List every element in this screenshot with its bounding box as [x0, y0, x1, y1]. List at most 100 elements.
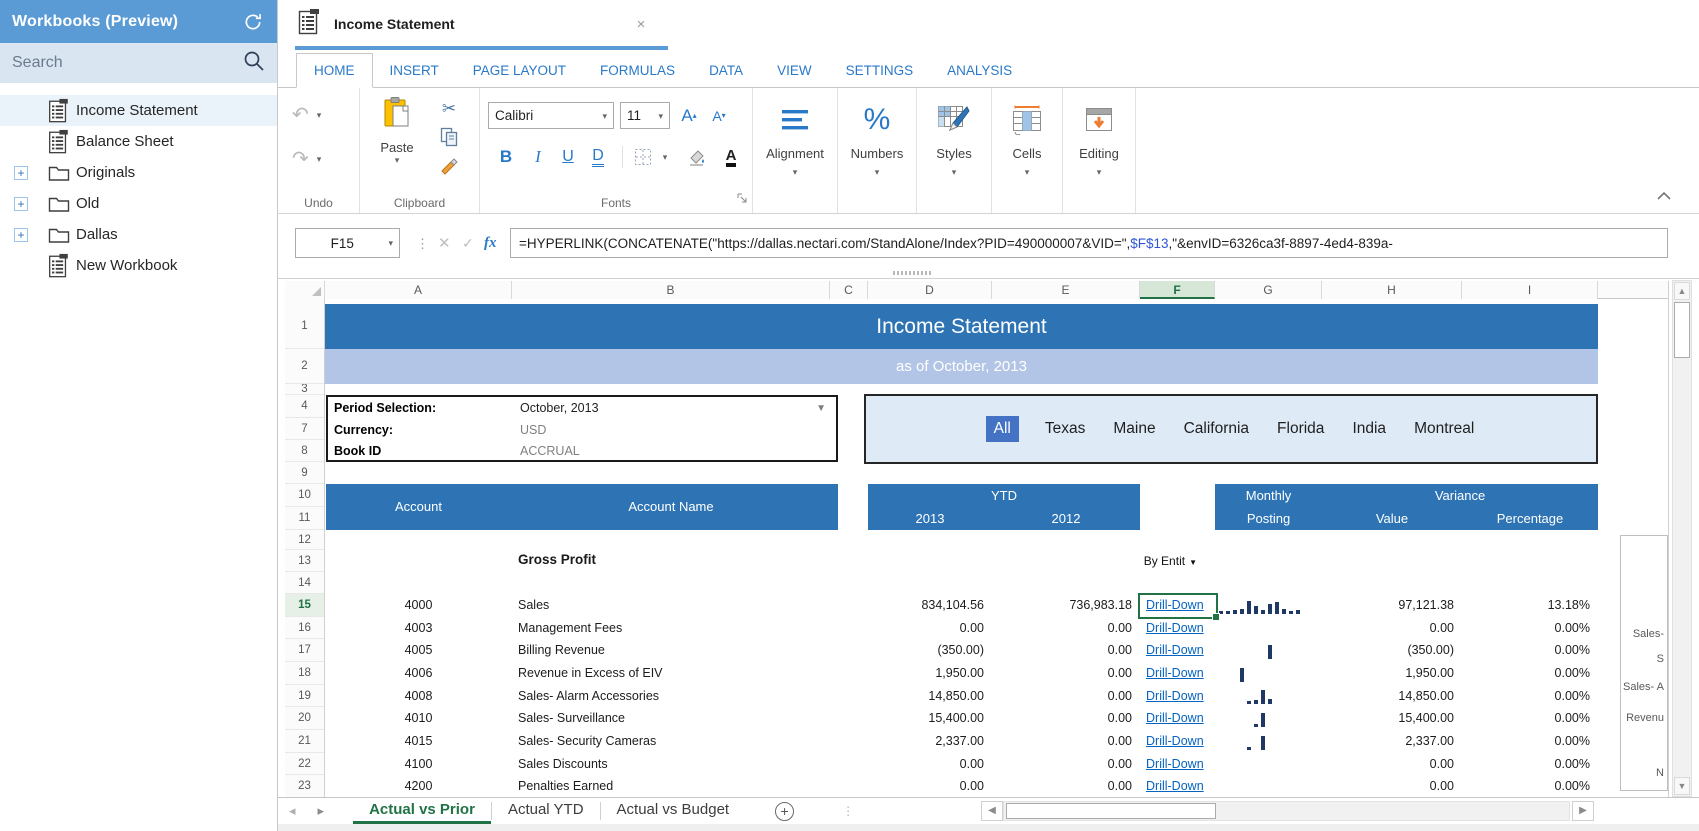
row-header-9[interactable]: 9	[285, 462, 324, 484]
column-header-h[interactable]: H	[1322, 281, 1462, 299]
expand-icon[interactable]: +	[14, 228, 28, 242]
filter-all[interactable]: All	[986, 416, 1019, 442]
filter-india[interactable]: India	[1350, 416, 1388, 442]
borders-dropdown[interactable]: ▾	[658, 144, 672, 170]
row-header-4[interactable]: 4	[285, 395, 324, 418]
splitter-handle[interactable]	[893, 271, 933, 275]
formula-bar-menu-icon[interactable]: ⋮	[416, 228, 429, 258]
name-box[interactable]: F15 ▾	[295, 228, 400, 258]
bold-button[interactable]: B	[494, 144, 518, 170]
row-header-23[interactable]: 23	[285, 775, 324, 797]
double-underline-button[interactable]: D	[586, 144, 610, 170]
row-header-12[interactable]: 12	[285, 530, 324, 550]
drill-down-link[interactable]: Drill-Down	[1146, 734, 1204, 748]
underline-button[interactable]: U	[556, 144, 580, 170]
styles-button[interactable]: Styles ▾	[917, 96, 991, 213]
add-sheet-icon[interactable]: +	[775, 802, 794, 821]
chevron-down-icon[interactable]: ▾	[395, 155, 400, 165]
search-input[interactable]: Search	[0, 43, 277, 83]
select-all-corner[interactable]	[285, 281, 325, 299]
expand-icon[interactable]: +	[14, 197, 28, 211]
row-header-2[interactable]: 2	[285, 349, 324, 384]
close-tab-icon[interactable]: ×	[637, 16, 646, 33]
filter-texas[interactable]: Texas	[1043, 416, 1088, 442]
scroll-left-icon[interactable]: ◀	[981, 801, 1003, 821]
filter-montreal[interactable]: Montreal	[1412, 416, 1476, 442]
sheet-nav-right-icon[interactable]: ▸	[307, 803, 336, 819]
row-header-22[interactable]: 22	[285, 753, 324, 775]
row-header-3[interactable]: 3	[285, 384, 324, 395]
copy-button[interactable]	[434, 126, 464, 152]
row-header-15[interactable]: 15	[285, 594, 324, 617]
confirm-entry-icon[interactable]: ✓	[462, 228, 474, 258]
sheet-tab-actual-ytd[interactable]: Actual YTD	[492, 798, 600, 824]
column-header-d[interactable]: D	[868, 281, 992, 299]
ribbon-tab-page-layout[interactable]: PAGE LAYOUT	[456, 54, 583, 87]
alignment-button[interactable]: Alignment ▾	[753, 96, 837, 213]
filter-maine[interactable]: Maine	[1111, 416, 1157, 442]
row-header-19[interactable]: 19	[285, 685, 324, 707]
row-header-14[interactable]: 14	[285, 572, 324, 594]
cancel-entry-icon[interactable]: ✕	[438, 228, 451, 258]
cells-button[interactable]: Cells ▾	[992, 96, 1062, 213]
fill-color-button[interactable]	[684, 144, 710, 170]
sheet-tab-actual-vs-budget[interactable]: Actual vs Budget	[601, 798, 746, 824]
ribbon-tab-analysis[interactable]: ANALYSIS	[930, 54, 1029, 87]
sidebar-item-balance-sheet[interactable]: Balance Sheet	[0, 126, 277, 157]
row-header-7[interactable]: 7	[285, 418, 324, 440]
column-header-c[interactable]: C	[830, 281, 868, 299]
formula-input[interactable]: =HYPERLINK(CONCATENATE("https://dallas.n…	[510, 228, 1668, 258]
collapse-ribbon-icon[interactable]	[1657, 187, 1671, 205]
chevron-down-icon[interactable]: ▾	[317, 110, 322, 120]
numbers-button[interactable]: % Numbers ▾	[838, 96, 916, 213]
filter-california[interactable]: California	[1182, 416, 1251, 442]
vertical-scroll-thumb[interactable]	[1674, 302, 1690, 358]
sheet-menu-icon[interactable]: ⋮	[842, 809, 854, 813]
drill-down-link[interactable]: Drill-Down	[1146, 711, 1204, 725]
font-color-button[interactable]: A	[718, 144, 744, 170]
column-header-f[interactable]: F	[1140, 281, 1215, 299]
sidebar-item-originals[interactable]: +Originals	[0, 157, 277, 188]
period-dropdown-icon[interactable]: ▼	[816, 403, 826, 414]
undo-button[interactable]: ↶▾	[292, 102, 321, 127]
drill-down-link[interactable]: Drill-Down	[1146, 643, 1204, 657]
column-header-b[interactable]: B	[512, 281, 830, 299]
drill-down-link[interactable]: Drill-Down	[1146, 666, 1204, 680]
sidebar-item-income-statement[interactable]: Income Statement	[0, 95, 277, 126]
sheet-nav-left-icon[interactable]: ◂	[278, 803, 307, 819]
column-header-i[interactable]: I	[1462, 281, 1598, 299]
borders-button[interactable]	[630, 144, 656, 170]
drill-down-link[interactable]: Drill-Down	[1146, 689, 1204, 703]
refresh-icon[interactable]	[241, 10, 265, 34]
editing-button[interactable]: Editing ▾	[1063, 96, 1135, 213]
redo-button[interactable]: ↷▾	[292, 146, 321, 171]
ribbon-tab-home[interactable]: HOME	[296, 53, 373, 88]
sidebar-item-old[interactable]: +Old	[0, 188, 277, 219]
row-header-13[interactable]: 13	[285, 550, 324, 572]
italic-button[interactable]: I	[526, 144, 550, 170]
chevron-down-icon[interactable]: ▾	[317, 154, 322, 164]
horizontal-scroll-track[interactable]	[1003, 801, 1570, 821]
document-tab[interactable]: Income Statement ×	[298, 6, 645, 42]
increase-font-button[interactable]: A▴	[676, 102, 702, 129]
ribbon-tab-data[interactable]: DATA	[692, 54, 760, 87]
drill-down-link[interactable]: Drill-Down	[1146, 621, 1204, 635]
cut-button[interactable]: ✂	[434, 96, 464, 122]
ribbon-tab-view[interactable]: VIEW	[760, 54, 829, 87]
sidebar-item-dallas[interactable]: +Dallas	[0, 219, 277, 250]
chevron-down-icon[interactable]: ▾	[388, 238, 399, 248]
column-header-g[interactable]: G	[1215, 281, 1322, 299]
search-icon[interactable]	[243, 50, 265, 77]
row-header-11[interactable]: 11	[285, 507, 324, 530]
scroll-up-icon[interactable]: ▲	[1674, 282, 1690, 300]
scroll-right-icon[interactable]: ▶	[1572, 801, 1594, 821]
row-header-10[interactable]: 10	[285, 484, 324, 507]
paste-button[interactable]: Paste ▾	[374, 96, 420, 165]
row-header-8[interactable]: 8	[285, 440, 324, 462]
row-header-1[interactable]: 1	[285, 304, 324, 349]
row-header-21[interactable]: 21	[285, 730, 324, 753]
by-entity-filter[interactable]: By Entit▼	[1099, 554, 1197, 568]
decrease-font-button[interactable]: A▾	[706, 102, 732, 129]
row-header-16[interactable]: 16	[285, 617, 324, 639]
column-header-e[interactable]: E	[992, 281, 1140, 299]
